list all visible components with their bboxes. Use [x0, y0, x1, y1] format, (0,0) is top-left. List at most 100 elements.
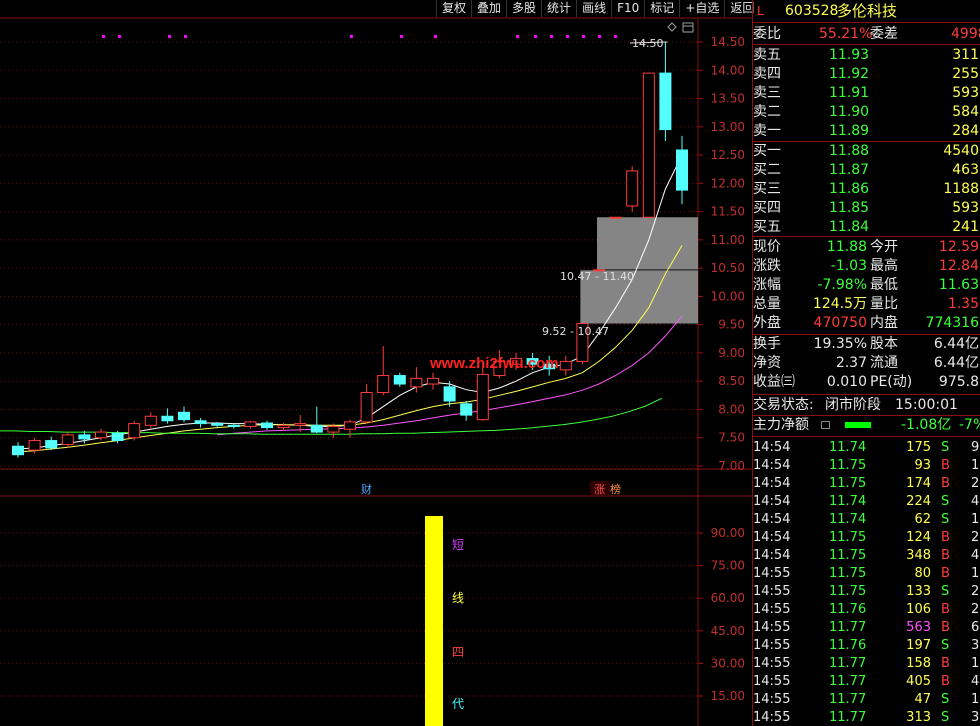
bid-row[interactable]: 买四 11.85 593	[753, 199, 980, 218]
tick-row[interactable]: 14:54 11.74 224 S 4	[753, 493, 980, 511]
tick-row[interactable]: 14:54 11.75 124 B 2	[753, 529, 980, 547]
candle[interactable]	[476, 364, 489, 421]
ask-price[interactable]: 11.89	[829, 122, 869, 141]
candle[interactable]	[344, 419, 356, 438]
candle[interactable]	[244, 420, 257, 429]
signal-dot	[400, 35, 403, 38]
marker-bang[interactable]: 榜	[610, 482, 621, 496]
candle[interactable]	[642, 72, 655, 218]
ask-price[interactable]: 11.90	[829, 103, 869, 122]
candle[interactable]	[194, 417, 207, 428]
tick-row[interactable]: 14:54 11.75 93 B 1	[753, 457, 980, 475]
candle[interactable]	[659, 42, 672, 141]
tick-time: 14:54	[753, 476, 791, 491]
candle[interactable]	[310, 406, 323, 434]
tick-row[interactable]: 14:55 11.77 158 B 1	[753, 655, 980, 673]
zone-label-lower: 9.52 - 10.47	[542, 325, 609, 338]
tick-volume: 563	[906, 620, 931, 635]
candle-body	[277, 424, 290, 429]
candle[interactable]	[676, 135, 688, 205]
candle[interactable]	[360, 384, 373, 424]
tick-row[interactable]: 14:55 11.77 47 S 1	[753, 691, 980, 709]
stock-code[interactable]: 603528	[785, 0, 838, 22]
bid-price[interactable]: 11.86	[829, 180, 869, 199]
tick-side: B	[941, 458, 950, 473]
bid-row[interactable]: 买一 11.88 4540	[753, 142, 980, 161]
candle[interactable]	[128, 420, 141, 441]
ask-label: 卖三	[753, 85, 781, 101]
tick-row[interactable]: 14:55 11.75 80 B 1	[753, 565, 980, 583]
ask-price[interactable]: 11.91	[829, 84, 869, 103]
tick-price: 11.77	[829, 692, 867, 707]
tick-row[interactable]: 14:55 11.75 133 S 2	[753, 583, 980, 601]
window-icon[interactable]	[682, 22, 694, 33]
bid-label: 买五	[753, 219, 781, 235]
tick-time: 14:54	[753, 548, 791, 563]
bid-row[interactable]: 买三 11.86 1188	[753, 180, 980, 199]
candle[interactable]	[609, 216, 622, 219]
kline-chart[interactable]: 14.50 14.00 13.50 13.00 12.50 12.00 11.50 11.00…	[0, 0, 752, 726]
bid-row[interactable]: 买五 11.84 241	[753, 218, 980, 237]
tick-row[interactable]: 14:55 11.77 313 S 3	[753, 709, 980, 726]
candle[interactable]	[261, 420, 273, 430]
tick-price: 11.77	[829, 710, 867, 725]
price-tick-label: 7.50	[718, 431, 745, 445]
ask-row[interactable]: 卖二 11.90 584	[753, 103, 980, 122]
tick-row[interactable]: 14:54 11.75 174 B 2	[753, 475, 980, 493]
tick-time: 14:55	[753, 620, 791, 635]
candle-body	[194, 420, 207, 425]
bid-volume: 241	[952, 219, 979, 235]
candle[interactable]	[12, 442, 24, 458]
bid-price[interactable]: 11.87	[829, 161, 869, 180]
weicha-label: 委差	[870, 26, 898, 42]
quote-label: 今开	[870, 239, 898, 255]
tick-row[interactable]: 14:55 11.77 405 B 4	[753, 673, 980, 691]
candle[interactable]	[178, 406, 190, 422]
candle[interactable]	[393, 372, 406, 387]
candle[interactable]	[559, 355, 572, 376]
quote-label: 最高	[870, 258, 898, 274]
tick-price: 11.77	[829, 674, 867, 689]
candle[interactable]	[144, 412, 157, 429]
candle[interactable]	[61, 432, 74, 448]
tick-row[interactable]: 14:54 11.74 62 S 1	[753, 511, 980, 529]
price-tick-label: 10.50	[711, 261, 745, 275]
diamond-icon[interactable]	[667, 22, 677, 32]
bid-price[interactable]: 11.84	[829, 218, 869, 237]
candle[interactable]	[427, 372, 439, 390]
bid-price[interactable]: 11.85	[829, 199, 869, 218]
tick-row[interactable]: 14:55 11.76 197 S 3	[753, 637, 980, 655]
tick-time: 14:54	[753, 530, 791, 545]
bid-price[interactable]: 11.88	[829, 142, 869, 161]
candle[interactable]	[45, 436, 58, 451]
candle[interactable]	[626, 166, 639, 212]
tick-volume: 224	[906, 494, 931, 509]
ask-price[interactable]: 11.92	[829, 65, 869, 84]
candle[interactable]	[161, 408, 174, 424]
candlesticks[interactable]	[12, 41, 688, 458]
marker-zhang[interactable]: 涨	[594, 483, 605, 496]
tick-row[interactable]: 14:54 11.75 348 B 4	[753, 547, 980, 565]
tick-row[interactable]: 14:55 11.77 563 B 6	[753, 619, 980, 637]
ask-row[interactable]: 卖五 11.93 311	[753, 46, 980, 65]
signal-dot	[534, 35, 537, 38]
list-icon[interactable]	[821, 421, 830, 429]
ask-row[interactable]: 卖四 11.92 255	[753, 65, 980, 84]
bid-row[interactable]: 买二 11.87 463	[753, 161, 980, 180]
candle[interactable]	[377, 346, 390, 396]
tick-count: 1	[971, 656, 980, 671]
ask-row[interactable]: 卖三 11.91 593	[753, 84, 980, 103]
candle[interactable]	[460, 400, 473, 421]
marker-cai[interactable]: 财	[361, 482, 372, 496]
candle-body	[559, 360, 572, 371]
fundamental-label: PE(动)	[870, 374, 913, 390]
ask-price[interactable]: 11.93	[829, 46, 869, 65]
tick-row[interactable]: 14:54 11.74 175 S 9	[753, 439, 980, 457]
tick-price: 11.74	[829, 512, 867, 527]
quote-value: 1.35	[947, 296, 979, 312]
stock-name[interactable]: 多伦科技	[837, 0, 897, 22]
tick-price: 11.75	[829, 530, 867, 545]
candle-body	[294, 423, 307, 426]
ask-row[interactable]: 卖一 11.89 284	[753, 122, 980, 141]
tick-row[interactable]: 14:55 11.76 106 B 2	[753, 601, 980, 619]
